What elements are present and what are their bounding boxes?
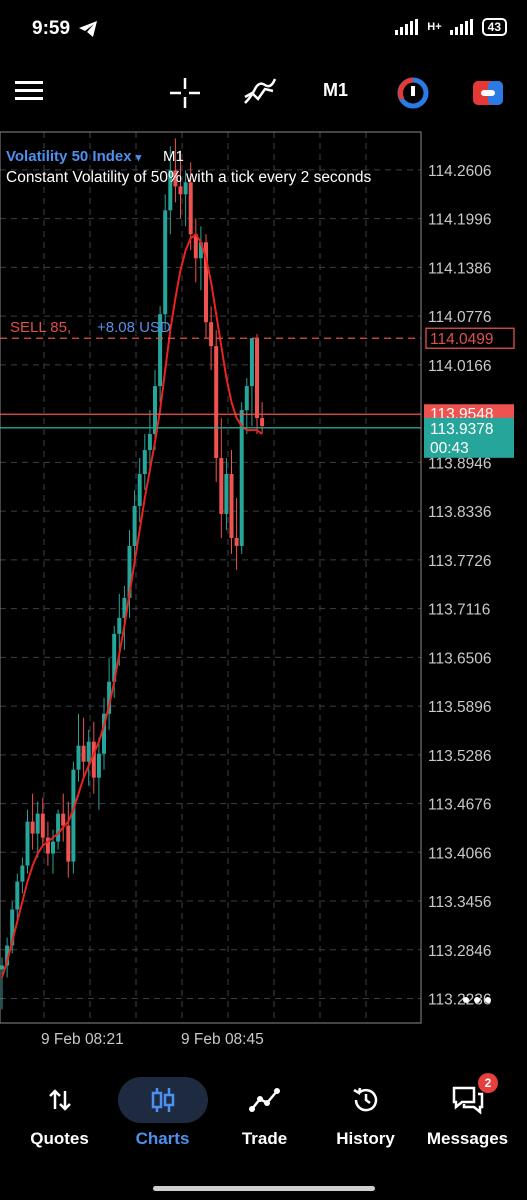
candle-body bbox=[142, 450, 147, 475]
tab-quotes[interactable]: Quotes bbox=[7, 1075, 112, 1149]
candle-body bbox=[91, 741, 96, 778]
candle-body bbox=[81, 745, 86, 762]
position-pnl: +8.08 USD bbox=[97, 319, 171, 336]
price-tick: 113.4066 bbox=[428, 845, 492, 862]
timeframe-button[interactable]: M1 bbox=[323, 80, 348, 101]
price-tick: 113.8946 bbox=[428, 455, 492, 472]
candle-body bbox=[188, 182, 193, 235]
countdown-text: 00:43 bbox=[430, 440, 469, 457]
chart-grid bbox=[0, 132, 421, 1023]
signal-icon-2 bbox=[449, 19, 473, 35]
candle-body bbox=[117, 617, 122, 634]
candle-body bbox=[25, 821, 30, 866]
messages-badge: 2 bbox=[478, 1073, 498, 1093]
tab-messages[interactable]: 2 Messages bbox=[415, 1073, 520, 1149]
indicators-icon[interactable] bbox=[243, 77, 277, 112]
candle-body bbox=[153, 386, 157, 435]
chart-description: Constant Volatility of 50% with a tick e… bbox=[6, 169, 372, 186]
candle-body bbox=[132, 505, 137, 546]
candle-body bbox=[229, 474, 234, 538]
candle-body bbox=[224, 474, 229, 514]
candle-body bbox=[96, 753, 101, 778]
time-axis: 9 Feb 08:21 9 Feb 08:45 bbox=[41, 1031, 264, 1048]
chart-timeframe: M1 bbox=[163, 148, 184, 165]
candle-body bbox=[0, 965, 4, 970]
telegram-icon bbox=[78, 20, 98, 43]
candle-body bbox=[260, 418, 265, 427]
price-tick: 114.1386 bbox=[428, 260, 492, 277]
candle-body bbox=[147, 434, 152, 451]
price-tick: 113.2846 bbox=[428, 943, 492, 960]
candle-body bbox=[35, 813, 40, 834]
candle-body bbox=[219, 458, 224, 514]
trend-line-icon bbox=[212, 1075, 317, 1125]
chart-frame bbox=[0, 131, 422, 1024]
candle-body bbox=[255, 338, 259, 419]
candle-body bbox=[56, 813, 61, 842]
chart-symbol[interactable]: Volatility 50 Index ▾ bbox=[6, 148, 141, 165]
price-tick: 113.7116 bbox=[428, 602, 490, 619]
tab-charts[interactable]: Charts bbox=[110, 1075, 215, 1149]
signal-icon bbox=[395, 19, 419, 35]
position-price-text: 114.0499 bbox=[430, 331, 494, 348]
price-tick: 113.2236 bbox=[428, 992, 492, 1009]
candle-body bbox=[178, 186, 183, 195]
candles-icon bbox=[117, 1077, 208, 1123]
price-tick: 114.0776 bbox=[428, 309, 492, 326]
tab-history[interactable]: History bbox=[313, 1075, 418, 1149]
messages-icon: 2 bbox=[415, 1073, 520, 1125]
status-time: 9:59 bbox=[32, 18, 71, 39]
candle-body bbox=[249, 338, 254, 387]
candle-body bbox=[239, 410, 244, 546]
network-type: H+ bbox=[427, 21, 442, 33]
price-tick: 113.5286 bbox=[428, 748, 492, 765]
price-chart[interactable]: 114.2606 114.1996 114.1386 114.0776 114.0166… bbox=[0, 130, 527, 1055]
one-click-trading-icon[interactable] bbox=[396, 76, 430, 115]
position-label[interactable]: SELL 85, bbox=[10, 319, 71, 336]
price-lines bbox=[0, 337, 421, 429]
price-tick: 113.6506 bbox=[428, 650, 492, 667]
history-icon bbox=[313, 1075, 418, 1125]
price-tick: 113.7726 bbox=[428, 553, 492, 570]
crosshair-icon[interactable] bbox=[170, 78, 200, 113]
bid-price-text: 113.9378 bbox=[430, 421, 494, 438]
candle-body bbox=[209, 322, 214, 347]
price-axis: 114.2606 114.1996 114.1386 114.0776 114.0166… bbox=[428, 163, 492, 1009]
price-tick: 114.0166 bbox=[428, 358, 492, 375]
home-indicator[interactable] bbox=[153, 1186, 375, 1191]
bottom-tab-bar: Quotes Charts Trade History 2 Messages bbox=[0, 1073, 527, 1165]
candle-body bbox=[214, 346, 219, 459]
time-tick: 9 Feb 08:45 bbox=[181, 1031, 264, 1048]
candle-body bbox=[15, 881, 20, 910]
status-icons: H+ 43 bbox=[395, 18, 507, 36]
candle-body bbox=[234, 537, 239, 546]
menu-icon[interactable] bbox=[15, 80, 43, 107]
more-options-icon[interactable] bbox=[463, 997, 491, 1003]
candle-body bbox=[30, 821, 35, 834]
candle-body bbox=[61, 813, 66, 826]
tab-trade[interactable]: Trade bbox=[212, 1075, 317, 1149]
candle-body bbox=[66, 825, 71, 862]
candle-body bbox=[86, 741, 91, 762]
trade-toggle-icon[interactable] bbox=[472, 80, 504, 111]
price-tick: 113.3456 bbox=[428, 894, 492, 911]
candle-body bbox=[76, 745, 81, 770]
arrows-updown-icon bbox=[7, 1075, 112, 1125]
candle-body bbox=[51, 841, 55, 854]
price-tick: 113.8336 bbox=[428, 504, 492, 521]
price-tick: 114.2606 bbox=[428, 163, 492, 180]
candle-body bbox=[244, 386, 249, 411]
price-tags: 114.0499113.9548113.937800:43 bbox=[424, 327, 515, 458]
price-tick: 113.5896 bbox=[428, 699, 492, 716]
battery-indicator: 43 bbox=[481, 18, 507, 36]
time-tick: 9 Feb 08:21 bbox=[41, 1031, 124, 1048]
price-tick: 114.1996 bbox=[428, 212, 492, 229]
price-tick: 113.4676 bbox=[428, 797, 492, 814]
candle-body bbox=[20, 865, 25, 882]
candle-body bbox=[137, 474, 142, 506]
candle-body bbox=[163, 210, 168, 315]
candle-body bbox=[71, 769, 76, 862]
moving-average-line bbox=[1, 232, 263, 978]
candle-body bbox=[40, 813, 45, 838]
